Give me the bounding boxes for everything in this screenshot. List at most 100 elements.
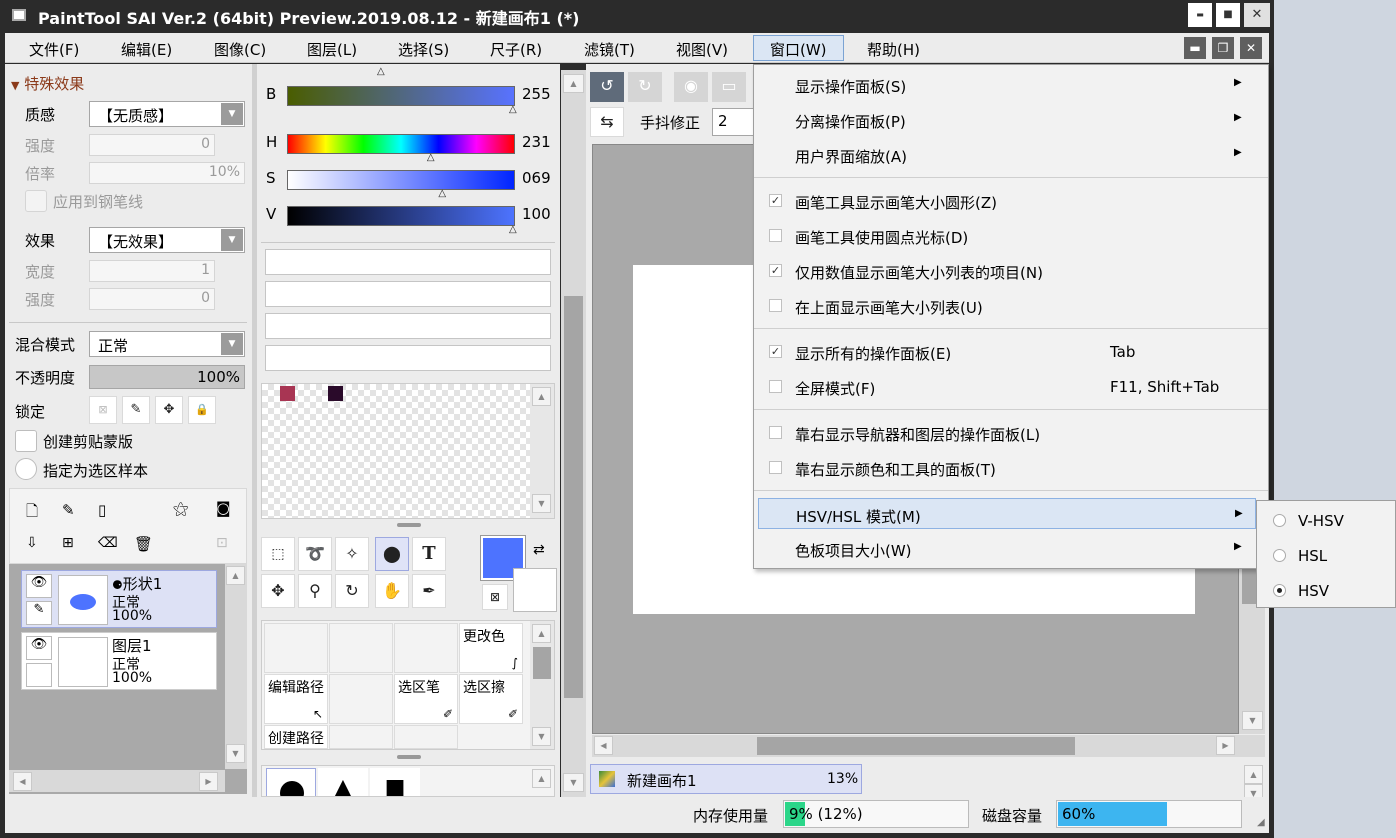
scroll-down-button[interactable]: ▼ bbox=[1242, 711, 1263, 730]
rotate-icon[interactable]: ↻ bbox=[335, 574, 369, 608]
layer-list-scrollbar[interactable]: ▲ ▼ bbox=[225, 564, 247, 769]
tool-cell-empty[interactable] bbox=[394, 623, 458, 673]
layer-row[interactable]: 👁 图层1 正常 100% bbox=[21, 632, 217, 690]
menu-item-swatch-size[interactable]: 色板项目大小(W) ▶ bbox=[754, 532, 1268, 565]
mdi-restore-button[interactable]: ❐ bbox=[1212, 37, 1234, 59]
panel-scrollbar[interactable]: ▲ ▼ bbox=[561, 70, 586, 797]
grip-handle[interactable] bbox=[397, 523, 421, 527]
brush-param-slider[interactable] bbox=[265, 345, 551, 371]
tool-grid-scrollbar[interactable]: ▲ ▼ bbox=[530, 621, 554, 749]
menu-select[interactable]: 选择(S) bbox=[398, 39, 449, 60]
scroll-up-button[interactable]: ▲ bbox=[563, 74, 584, 93]
new-folder-icon[interactable]: ▯ bbox=[98, 501, 106, 519]
magic-wand-icon[interactable]: ✧ bbox=[335, 537, 369, 571]
delete-layer-icon[interactable]: 🗑 bbox=[134, 535, 153, 553]
blend-mode-combo[interactable]: 正常 ▼ bbox=[89, 331, 245, 357]
scroll-left-button[interactable]: ◀ bbox=[594, 736, 613, 755]
slider-b[interactable] bbox=[287, 86, 515, 106]
brush-triangle-icon[interactable]: ▲ bbox=[318, 768, 368, 796]
menu-view[interactable]: 视图(V) bbox=[676, 39, 728, 60]
tool-cell-select-eraser[interactable]: 选区擦 ✐ bbox=[459, 674, 523, 724]
mdi-close-button[interactable]: ✕ bbox=[1240, 37, 1262, 59]
scroll-thumb[interactable] bbox=[757, 737, 1075, 755]
scroll-right-button[interactable]: ▶ bbox=[199, 772, 218, 791]
tool-cell-create-path[interactable]: 创建路径 bbox=[264, 725, 328, 749]
minimize-button[interactable]: ▬ bbox=[1188, 3, 1212, 27]
texture-combo[interactable]: 【无质感】 ▼ bbox=[89, 101, 245, 127]
eyedropper-icon[interactable]: ✒ bbox=[412, 574, 446, 608]
menu-ruler[interactable]: 尺子(R) bbox=[490, 39, 542, 60]
scroll-up-button[interactable]: ▲ bbox=[532, 624, 551, 643]
swatch-2[interactable] bbox=[328, 386, 343, 401]
brush-circle-icon[interactable] bbox=[266, 768, 316, 796]
menu-item-dot-cursor[interactable]: 画笔工具使用圆点光标(D) bbox=[754, 219, 1268, 252]
clear-layer-icon[interactable]: ⌫ bbox=[98, 535, 118, 551]
tool-cell-empty[interactable] bbox=[329, 623, 393, 673]
tool-cell-empty[interactable] bbox=[329, 674, 393, 724]
eye-icon[interactable]: 👁 bbox=[26, 636, 52, 660]
grip-handle[interactable] bbox=[397, 755, 421, 759]
strength-field[interactable]: 0 bbox=[89, 134, 215, 156]
new-vector-layer-icon[interactable]: ✎ bbox=[62, 501, 75, 519]
view-option-icon[interactable]: ▭ bbox=[712, 72, 746, 102]
menu-item-color-right[interactable]: 靠右显示颜色和工具的面板(T) bbox=[754, 451, 1268, 484]
redo-icon[interactable]: ↻ bbox=[628, 72, 662, 102]
scroll-up-button[interactable]: ▲ bbox=[532, 387, 551, 406]
strength2-field[interactable]: 0 bbox=[89, 288, 215, 310]
swatch-1[interactable] bbox=[280, 386, 295, 401]
swatch-panel[interactable]: ▲ ▼ bbox=[261, 383, 555, 519]
tool-cell-empty[interactable] bbox=[264, 623, 328, 673]
layer-list-hscrollbar[interactable]: ◀ ▶ bbox=[9, 770, 225, 792]
tool-cell-empty[interactable] bbox=[394, 725, 458, 749]
pencil-icon[interactable]: ✎ bbox=[26, 601, 52, 625]
apply-pen-checkbox[interactable] bbox=[25, 190, 47, 212]
lock-all-icon[interactable]: 🔒 bbox=[188, 396, 216, 424]
scroll-up-button[interactable]: ▲ bbox=[532, 769, 551, 788]
slider-h-thumb[interactable]: △ bbox=[427, 152, 435, 163]
slider-v-thumb[interactable]: △ bbox=[509, 224, 517, 235]
rect-select-icon[interactable]: ⬚ bbox=[261, 537, 295, 571]
canvas-hscrollbar[interactable]: ◀ ▶ bbox=[592, 735, 1265, 757]
tool-cell-edit-path[interactable]: 编辑路径 ↖ bbox=[264, 674, 328, 724]
flip-icon[interactable]: ⇆ bbox=[590, 107, 624, 137]
menu-item-fullscreen[interactable]: 全屏模式(F) F11, Shift+Tab bbox=[754, 370, 1268, 403]
slider-b-thumb[interactable]: △ bbox=[509, 104, 517, 115]
canvas-tab[interactable]: 新建画布1 13% bbox=[590, 764, 862, 794]
maximize-button[interactable]: ■ bbox=[1216, 3, 1240, 27]
scale-field[interactable]: 10% bbox=[89, 162, 245, 184]
secondary-color-swatch[interactable] bbox=[513, 568, 557, 612]
lock-paint-icon[interactable]: ✎ bbox=[122, 396, 150, 424]
submenu-item-hsl[interactable]: HSL bbox=[1257, 538, 1395, 572]
scroll-thumb[interactable] bbox=[533, 647, 551, 679]
zoom-icon[interactable]: ⚲ bbox=[298, 574, 332, 608]
menu-filter[interactable]: 滤镜(T) bbox=[584, 39, 635, 60]
menu-item-nav-right[interactable]: 靠右显示导航器和图层的操作面板(L) bbox=[754, 416, 1268, 449]
swap-colors-icon[interactable]: ⇄ bbox=[533, 542, 545, 558]
mask-icon[interactable]: ◙ bbox=[216, 499, 231, 517]
move-icon[interactable]: ✥ bbox=[261, 574, 295, 608]
menu-file[interactable]: 文件(F) bbox=[29, 39, 79, 60]
menu-image[interactable]: 图像(C) bbox=[214, 39, 266, 60]
lock-move-icon[interactable]: ✥ bbox=[155, 396, 183, 424]
opacity-slider[interactable]: 100% bbox=[89, 365, 245, 389]
new-layer-icon[interactable]: 🗋 bbox=[26, 501, 38, 526]
lasso-icon[interactable]: ➰ bbox=[298, 537, 332, 571]
scroll-right-button[interactable]: ▶ bbox=[1216, 736, 1235, 755]
brush-square-icon[interactable]: ■ bbox=[370, 768, 420, 796]
menu-layer[interactable]: 图层(L) bbox=[307, 39, 357, 60]
transfer-down-icon[interactable]: ⇩ bbox=[26, 535, 38, 551]
scroll-down-button[interactable]: ▼ bbox=[532, 727, 551, 746]
eye-icon[interactable]: 👁 bbox=[26, 574, 52, 598]
clip-mask-checkbox[interactable] bbox=[15, 430, 37, 452]
effect-combo[interactable]: 【无效果】 ▼ bbox=[89, 227, 245, 253]
menu-edit[interactable]: 编辑(E) bbox=[121, 39, 172, 60]
menu-window[interactable]: 窗口(W) bbox=[753, 35, 844, 61]
view-option-icon[interactable]: ◉ bbox=[674, 72, 708, 102]
menu-item-hsv-mode[interactable]: HSV/HSL 模式(M) ▶ bbox=[758, 498, 1256, 529]
layer-row[interactable]: 👁 ✎ ⚈形状1 正常 100% bbox=[21, 570, 217, 628]
brush-param-slider[interactable] bbox=[265, 313, 551, 339]
tool-cell-empty[interactable] bbox=[329, 725, 393, 749]
scroll-up-button[interactable]: ▲ bbox=[1244, 765, 1263, 784]
menu-item-numeric-size-list[interactable]: ✓ 仅用数值显示画笔大小列表的项目(N) bbox=[754, 254, 1268, 287]
swatch-scrollbar[interactable]: ▲ ▼ bbox=[530, 384, 554, 518]
